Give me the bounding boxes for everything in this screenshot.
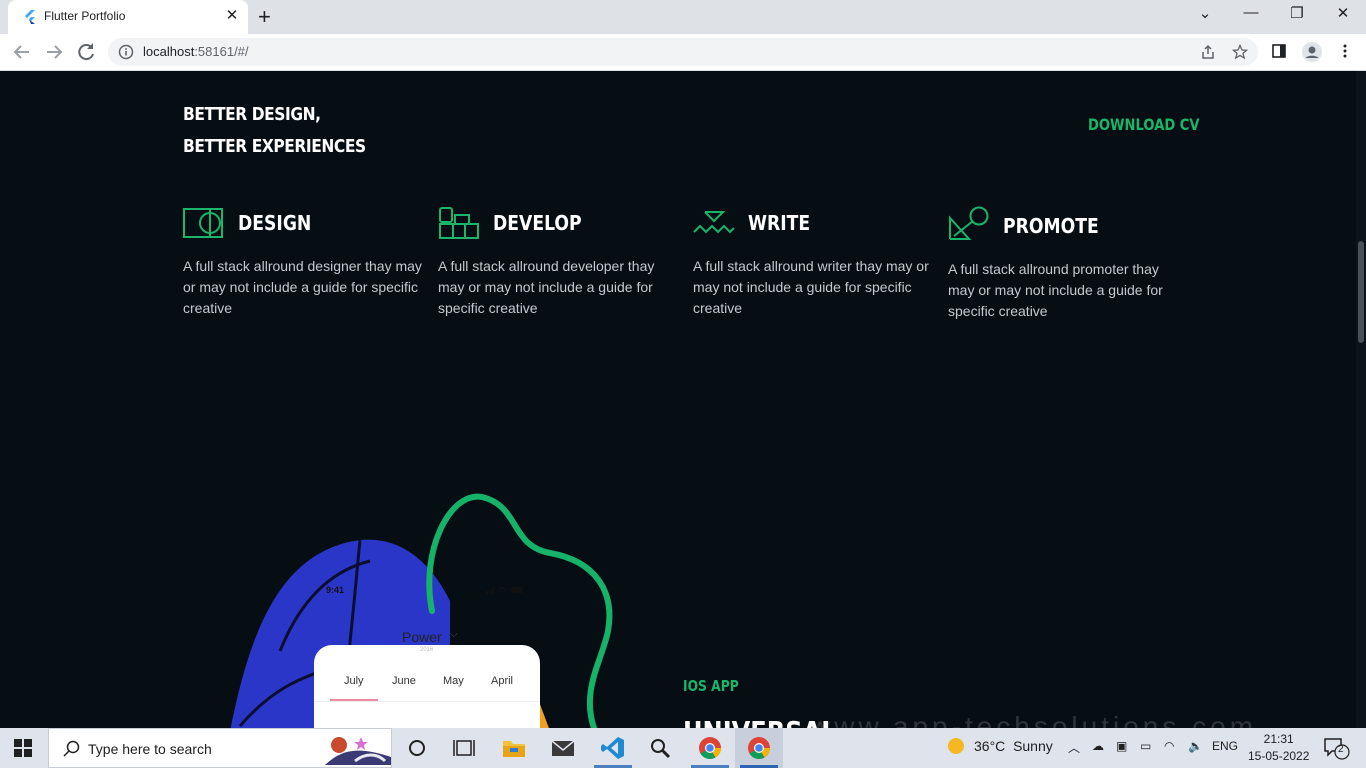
task-view-icon[interactable] xyxy=(451,736,477,760)
chevron-down-icon: ⌵ xyxy=(450,629,458,640)
side-panel-icon[interactable] xyxy=(1271,43,1287,59)
profile-avatar-icon[interactable] xyxy=(1301,41,1323,63)
design-icon xyxy=(183,208,223,238)
weather-widget[interactable]: 36°C Sunny xyxy=(948,738,1053,754)
close-window-button[interactable]: ✕ xyxy=(1320,4,1366,22)
new-tab-button[interactable]: + xyxy=(258,4,271,30)
clock[interactable]: 21:31 15-05-2022 xyxy=(1248,731,1309,765)
url-path: :58161/#/ xyxy=(194,44,249,59)
phone-title: Power xyxy=(402,629,442,645)
wifi-icon[interactable]: ◠ xyxy=(1164,739,1174,753)
browser-toolbar: localhost:58161/#/ xyxy=(0,34,1366,71)
flutter-icon xyxy=(25,10,35,24)
notification-center-icon[interactable] xyxy=(1324,738,1350,760)
share-icon[interactable] xyxy=(1200,44,1216,60)
phone-divider xyxy=(314,701,540,702)
bookmark-star-icon[interactable] xyxy=(1232,44,1248,60)
magnifier-icon[interactable] xyxy=(647,736,673,760)
phone-tab-june: June xyxy=(392,675,416,687)
phone-time: 9:41 xyxy=(326,585,345,595)
weather-condition: Sunny xyxy=(1013,738,1053,754)
phone-tab-july: July xyxy=(344,675,364,687)
phone-tab-may: May xyxy=(443,675,464,687)
develop-icon xyxy=(439,207,479,239)
service-description: A full stack allround developer thay may… xyxy=(438,258,655,316)
meet-now-icon[interactable]: ▣ xyxy=(1116,739,1127,753)
back-icon[interactable] xyxy=(10,40,34,64)
battery-icon[interactable]: ▭ xyxy=(1140,739,1151,753)
notification-count: 2 xyxy=(1338,744,1344,755)
url-host: localhost xyxy=(143,44,195,59)
service-description: A full stack allround writer thay may or… xyxy=(693,258,929,316)
forward-icon[interactable] xyxy=(42,40,66,64)
browser-menu-icon[interactable] xyxy=(1337,43,1353,59)
search-placeholder: Type here to search xyxy=(88,741,212,757)
sun-icon xyxy=(948,738,964,754)
url-text: localhost:58161/#/ xyxy=(143,44,249,59)
service-description: A full stack allround promoter thay may … xyxy=(948,261,1163,319)
file-explorer-icon[interactable] xyxy=(501,736,527,760)
watermark: www.app-techsolutions.com xyxy=(810,711,1258,728)
page-heading: BETTER DESIGN, BETTER EXPERIENCES xyxy=(183,99,366,163)
service-description: A full stack allround designer thay may … xyxy=(183,258,422,316)
page-scrollbar[interactable] xyxy=(1356,71,1366,728)
write-icon xyxy=(693,211,735,234)
address-bar[interactable]: localhost:58161/#/ xyxy=(108,38,1258,66)
windows-start-icon[interactable] xyxy=(14,739,32,757)
windows-taskbar: Type here to search 36°C Sunny ︿ ☁ ▣ ▭ ◠… xyxy=(0,728,1366,768)
clock-time: 21:31 xyxy=(1263,732,1294,746)
reload-icon[interactable] xyxy=(74,40,98,64)
minimize-button[interactable]: — xyxy=(1228,4,1274,21)
vscode-icon[interactable] xyxy=(600,736,626,760)
clock-date: 15-05-2022 xyxy=(1248,749,1310,763)
browser-tab-strip: Flutter Portfolio ✕ + ⌄ — ❐ ✕ xyxy=(0,0,1366,34)
temperature: 36°C xyxy=(974,738,1006,754)
service-title: PROMOTE xyxy=(1003,214,1099,238)
heading-line-2: BETTER EXPERIENCES xyxy=(183,136,366,157)
search-icon xyxy=(63,740,80,757)
mail-icon[interactable] xyxy=(550,736,576,760)
browser-tab[interactable]: Flutter Portfolio ✕ xyxy=(8,0,248,34)
service-title: DEVELOP xyxy=(493,211,582,235)
download-cv-button[interactable]: DOWNLOAD CV xyxy=(1088,115,1200,134)
taskbar-search-box[interactable]: Type here to search xyxy=(48,728,392,768)
service-title: WRITE xyxy=(748,211,811,235)
phone-status-icons xyxy=(486,587,523,594)
cloud-sync-icon[interactable]: ☁ xyxy=(1092,739,1104,753)
cortana-icon[interactable] xyxy=(404,736,430,760)
tab-close-icon[interactable]: ✕ xyxy=(222,6,242,24)
phone-tab-april: April xyxy=(491,675,514,687)
chrome-active-icon[interactable] xyxy=(746,736,772,760)
service-title: DESIGN xyxy=(238,211,312,235)
tab-title: Flutter Portfolio xyxy=(44,9,126,23)
heading-line-1: BETTER DESIGN, xyxy=(183,104,321,125)
phone-year: 2016 xyxy=(420,647,434,653)
language-indicator[interactable]: ENG xyxy=(1212,739,1238,753)
tab-search-icon[interactable]: ⌄ xyxy=(1182,4,1228,22)
phone-screen: 9:41 Power ⌵ 2016 July June May April xyxy=(314,573,540,728)
search-highlight-art-icon xyxy=(325,737,391,765)
site-info-icon[interactable] xyxy=(118,44,134,60)
volume-icon[interactable]: 🔈 xyxy=(1188,739,1203,753)
promote-icon xyxy=(949,206,989,240)
ios-app-label: IOS APP xyxy=(683,677,739,695)
restore-button[interactable]: ❐ xyxy=(1274,4,1320,22)
portfolio-page: BETTER DESIGN, BETTER EXPERIENCES DOWNLO… xyxy=(0,71,1366,728)
chrome-icon[interactable] xyxy=(697,736,723,760)
scrollbar-thumb[interactable] xyxy=(1358,241,1364,343)
show-hidden-icons-icon[interactable]: ︿ xyxy=(1068,739,1080,756)
